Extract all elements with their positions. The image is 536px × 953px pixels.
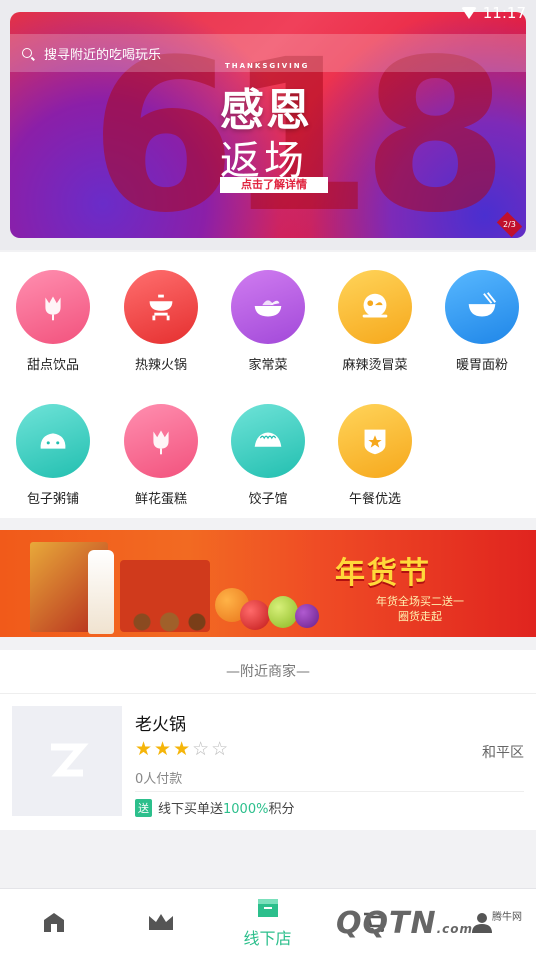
category-label: 鲜花蛋糕 [134, 492, 187, 507]
category-label: 家常菜 [248, 358, 288, 373]
category-label: 包子粥铺 [26, 492, 79, 507]
shop-card[interactable]: 老火锅 ★★★☆☆ 和平区 0人付款 送 线下买单送1000%积分 [0, 694, 536, 830]
nav-label: 线下店 [243, 928, 292, 948]
hotpot-icon [124, 270, 198, 344]
category-item[interactable]: 甜点饮品 [3, 270, 103, 373]
watermark-logo-text: QQTN [336, 906, 437, 941]
promo-prefix: 线下买单送 [158, 802, 224, 817]
star-filled-icon: ★★★ [135, 738, 193, 760]
flower-icon [124, 404, 198, 478]
category-label: 热辣火锅 [134, 358, 187, 373]
shop-name: 老火锅 [135, 715, 186, 735]
category-item[interactable]: 鲜花蛋糕 [111, 404, 211, 507]
promo-title: 年货节 [335, 556, 431, 591]
status-time: 11:17 [482, 4, 526, 22]
promo-line1: 年货全场买二送一 [376, 595, 464, 608]
category-item[interactable]: 饺子馆 [218, 404, 318, 507]
nearby-section: —附近商家— 老火锅 ★★★☆☆ 和平区 0人付款 送 线下买单送1000%积分 [0, 650, 536, 830]
top-banner-area: 11:17 618 搜寻附近的吃喝玩乐 THANKSGIVING 感恩 返场 点… [0, 0, 536, 250]
dumpling-icon [231, 404, 305, 478]
category-grid: 甜点饮品 热辣火锅 家常菜 麻辣烫冒菜 暖胃面粉 包子粥铺 鲜花蛋糕 饺子馆 午… [0, 252, 536, 518]
category-label: 麻辣烫冒菜 [342, 358, 408, 373]
noodle-bowl-icon [445, 270, 519, 344]
shop-area: 和平区 [482, 745, 524, 761]
dish-bowl-icon [231, 270, 305, 344]
placeholder-logo-icon [51, 743, 89, 777]
category-label: 饺子馆 [248, 492, 288, 507]
tulip-icon [16, 270, 90, 344]
new-year-promo-banner[interactable]: 年货节 年货全场买二送一 圈货走起 [0, 530, 536, 637]
search-bar[interactable]: 搜寻附近的吃喝玩乐 [10, 34, 526, 72]
bun-icon [16, 404, 90, 478]
watermark-logo: QQTN.com [336, 906, 473, 941]
fruit-image [240, 600, 270, 630]
fruit-image [295, 604, 319, 628]
shop-thumbnail [12, 706, 122, 816]
promo-subtitle: 年货全场买二送一 圈货走起 [345, 594, 495, 624]
nav-home[interactable] [0, 889, 107, 953]
carousel-pager: 2/3 [496, 211, 523, 238]
search-icon [22, 48, 32, 58]
liquor-bottle-image [88, 550, 114, 634]
category-item[interactable]: 包子粥铺 [3, 404, 103, 507]
category-item[interactable]: 暖胃面粉 [432, 270, 532, 373]
home-icon [43, 912, 64, 932]
category-item[interactable]: 麻辣烫冒菜 [325, 270, 425, 373]
promo-suffix: 积分 [268, 802, 295, 817]
star-badge-icon [338, 404, 412, 478]
pager-text: 2/3 [503, 220, 516, 229]
nuts-image [120, 608, 230, 636]
section-header: —附近商家— [0, 650, 536, 694]
crown-icon [148, 913, 173, 930]
category-label: 午餐优选 [348, 492, 401, 507]
paid-count: 0人付款 [135, 772, 183, 787]
banner-cta-button[interactable]: 点击了解详情 [220, 177, 328, 193]
gift-tag: 送 [135, 798, 152, 817]
category-label: 暖胃面粉 [455, 358, 508, 373]
promo-carousel[interactable]: 618 搜寻附近的吃喝玩乐 THANKSGIVING 感恩 返场 点击了解详情 … [10, 12, 526, 238]
shop-promo: 送 线下买单送1000%积分 [135, 798, 294, 817]
category-item[interactable]: 热辣火锅 [111, 270, 211, 373]
promo-highlight: 1000% [223, 802, 269, 817]
promo-text: 线下买单送1000%积分 [158, 798, 294, 817]
watermark-suffix: .com [436, 922, 473, 936]
search-placeholder: 搜寻附近的吃喝玩乐 [44, 47, 162, 63]
watermark: QQTN.com 腾牛网 [328, 892, 528, 948]
category-item[interactable]: 家常菜 [218, 270, 318, 373]
store-icon [257, 898, 278, 917]
nav-discover[interactable] [107, 889, 214, 953]
status-bar: 11:17 [460, 4, 526, 22]
wifi-icon [460, 7, 477, 19]
spicy-bowl-icon [338, 270, 412, 344]
promo-line2: 圈货走起 [398, 610, 442, 623]
divider [135, 791, 524, 792]
star-empty-icon: ☆☆ [192, 738, 231, 760]
category-item[interactable]: 午餐优选 [325, 404, 425, 507]
nav-offline-store[interactable]: 线下店 [214, 889, 321, 953]
watermark-text: 腾牛网 [492, 912, 522, 923]
fruit-image [268, 596, 298, 628]
category-label: 甜点饮品 [26, 358, 79, 373]
rating-stars: ★★★☆☆ [135, 738, 230, 760]
